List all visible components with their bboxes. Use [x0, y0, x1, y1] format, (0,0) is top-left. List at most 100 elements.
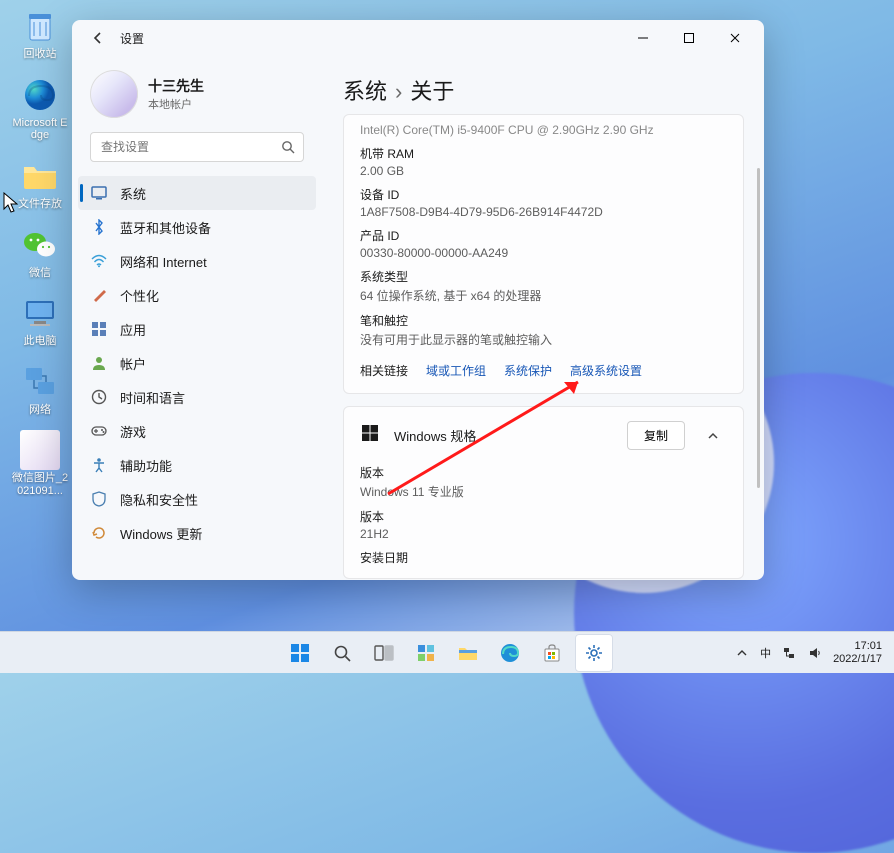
desktop-icon-wechat[interactable]: 微信	[10, 225, 70, 280]
product-id-value: 00330-80000-00000-AA249	[360, 246, 727, 260]
apps-icon	[90, 320, 108, 338]
pentouch-label: 笔和触控	[360, 312, 727, 329]
device-id-label: 设备 ID	[360, 186, 727, 203]
nav-label: 游戏	[120, 422, 146, 441]
nav-time-lang[interactable]: 时间和语言	[78, 380, 316, 414]
nav-label: 应用	[120, 320, 146, 339]
breadcrumb: 系统 › 关于	[323, 56, 764, 114]
tray-network-icon[interactable]	[781, 645, 797, 661]
desktop-icon-label: 文件存放	[18, 198, 62, 211]
window-title: 设置	[120, 30, 144, 47]
nav-label: 个性化	[120, 286, 159, 305]
clock-time: 17:01	[833, 640, 882, 652]
nav-apps[interactable]: 应用	[78, 312, 316, 346]
related-links: 相关链接 域或工作组 系统保护 高级系统设置	[360, 362, 727, 379]
nav-label: 系统	[120, 184, 146, 203]
start-button[interactable]	[281, 634, 319, 672]
desktop-icon-folder[interactable]: 文件存放	[10, 156, 70, 211]
system-icon	[90, 184, 108, 202]
nav-system[interactable]: 系统	[78, 176, 316, 210]
breadcrumb-leaf: 关于	[410, 79, 454, 104]
taskbar-search[interactable]	[323, 634, 361, 672]
product-id-label: 产品 ID	[360, 227, 727, 244]
desktop-icon-edge[interactable]: Microsoft Edge	[10, 75, 70, 142]
back-button[interactable]	[86, 31, 110, 45]
desktop-icon-thispc[interactable]: 此电脑	[10, 293, 70, 348]
minimize-button[interactable]	[620, 20, 666, 56]
titlebar: 设置	[72, 20, 764, 56]
taskbar-widgets[interactable]	[407, 634, 445, 672]
network-icon	[20, 362, 60, 402]
profile-block[interactable]: 十三先生 本地帐户	[72, 60, 322, 132]
desktop-icon-recycle[interactable]: 回收站	[10, 6, 70, 61]
tray-volume-icon[interactable]	[807, 645, 823, 661]
gaming-icon	[90, 422, 108, 440]
nav-label: 蓝牙和其他设备	[120, 218, 211, 237]
image-file-icon	[20, 430, 60, 470]
maximize-button[interactable]	[666, 20, 712, 56]
link-advanced-system[interactable]: 高级系统设置	[570, 362, 642, 379]
wechat-icon	[20, 225, 60, 265]
search-input[interactable]	[99, 139, 281, 155]
search-box[interactable]	[90, 132, 304, 162]
nav-label: 辅助功能	[120, 456, 172, 475]
link-system-protect[interactable]: 系统保护	[504, 362, 552, 379]
wifi-icon	[90, 252, 108, 270]
pentouch-value: 没有可用于此显示器的笔或触控输入	[360, 331, 727, 348]
nav-label: 时间和语言	[120, 388, 185, 407]
desktop-icon-network[interactable]: 网络	[10, 362, 70, 417]
clock-date: 2022/1/17	[833, 653, 882, 665]
nav-personalize[interactable]: 个性化	[78, 278, 316, 312]
tray-ime[interactable]: 中	[760, 645, 771, 661]
desktop-icon-image[interactable]: 微信图片_2021091...	[10, 430, 70, 497]
taskbar-settings[interactable]	[575, 634, 613, 672]
desktop-icon-label: Microsoft Edge	[10, 117, 70, 142]
nav-label: Windows 更新	[120, 524, 202, 543]
computer-icon	[20, 293, 60, 333]
tray-clock[interactable]: 17:01 2022/1/17	[833, 640, 882, 664]
bluetooth-icon	[90, 218, 108, 236]
nav-label: 网络和 Internet	[120, 252, 207, 271]
shield-icon	[90, 490, 108, 508]
nav-network[interactable]: 网络和 Internet	[78, 244, 316, 278]
nav-gaming[interactable]: 游戏	[78, 414, 316, 448]
nav-bluetooth[interactable]: 蓝牙和其他设备	[78, 210, 316, 244]
desktop-icon-label: 微信图片_2021091...	[10, 472, 70, 497]
collapse-toggle[interactable]	[699, 429, 727, 443]
desktop-icon-label: 此电脑	[24, 335, 57, 348]
folder-icon	[20, 156, 60, 196]
profile-sub: 本地帐户	[148, 96, 204, 112]
nav-label: 隐私和安全性	[120, 490, 198, 509]
avatar	[90, 70, 138, 118]
cpu-value: Intel(R) Core(TM) i5-9400F CPU @ 2.90GHz…	[360, 123, 727, 137]
close-button[interactable]	[712, 20, 758, 56]
version-value: 21H2	[360, 527, 727, 541]
nav-privacy[interactable]: 隐私和安全性	[78, 482, 316, 516]
device-spec-card: Intel(R) Core(TM) i5-9400F CPU @ 2.90GHz…	[343, 114, 744, 394]
taskbar-explorer[interactable]	[449, 634, 487, 672]
nav-accounts[interactable]: 帐户	[78, 346, 316, 380]
taskbar-edge[interactable]	[491, 634, 529, 672]
version-label: 版本	[360, 508, 727, 525]
update-icon	[90, 524, 108, 542]
tray-chevron-up-icon[interactable]	[734, 645, 750, 661]
taskbar-store[interactable]	[533, 634, 571, 672]
taskbar-taskview[interactable]	[365, 634, 403, 672]
nav-update[interactable]: Windows 更新	[78, 516, 316, 550]
link-domain-workgroup[interactable]: 域或工作组	[426, 362, 486, 379]
profile-name: 十三先生	[148, 76, 204, 96]
desktop-icon-label: 回收站	[24, 48, 57, 61]
search-icon	[281, 140, 295, 154]
ram-label: 机带 RAM	[360, 145, 727, 162]
windows-spec-title: Windows 规格	[394, 426, 613, 445]
chevron-right-icon: ›	[395, 79, 402, 104]
nav-label: 帐户	[120, 354, 146, 373]
clock-icon	[90, 388, 108, 406]
edition-label: 版本	[360, 464, 727, 481]
desktop-icon-label: 微信	[29, 267, 51, 280]
nav-a11y[interactable]: 辅助功能	[78, 448, 316, 482]
copy-button[interactable]: 复制	[627, 421, 685, 450]
ram-value: 2.00 GB	[360, 164, 727, 178]
breadcrumb-root[interactable]: 系统	[343, 79, 387, 104]
desktop-icon-label: 网络	[29, 404, 51, 417]
